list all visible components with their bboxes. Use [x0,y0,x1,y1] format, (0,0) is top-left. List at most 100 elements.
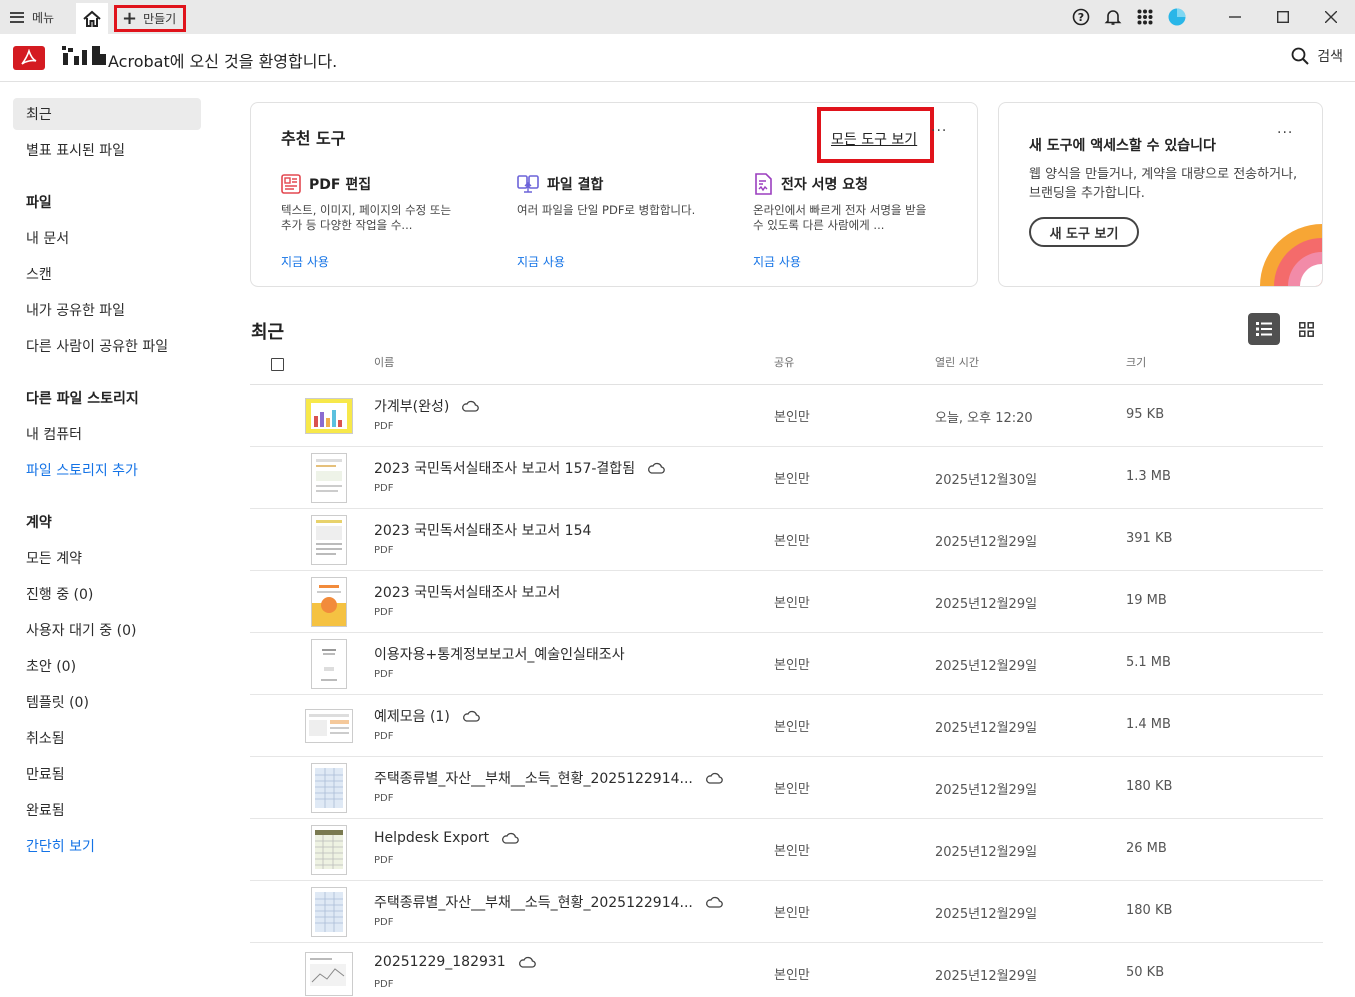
sidebar-item-all-agreements[interactable]: 모든 계약 [13,542,201,574]
file-name[interactable]: 2023 국민독서실태조사 보고서 154 [374,520,591,540]
tool-pdf-edit[interactable]: PDF 편집 텍스트, 이미지, 페이지의 수정 또는 추가 등 다양한 작업을… [281,173,481,269]
sidebar-item-expired[interactable]: 만료됨 [13,758,201,790]
tool-use-now-link[interactable]: 지금 사용 [517,253,565,270]
table-row[interactable]: 가계부(완성) PDF 본인만 오늘, 오후 12:20 95 KB [250,385,1323,447]
view-new-tools-button[interactable]: 새 도구 보기 [1029,217,1139,247]
file-thumbnail [304,577,354,627]
file-size: 50 KB [1126,965,1165,980]
sidebar-item-waiting[interactable]: 사용자 대기 중 (0) [13,614,201,646]
column-share[interactable]: 공유 [774,354,794,370]
sidebar-item-templates[interactable]: 템플릿 (0) [13,686,201,718]
file-name[interactable]: 20251229_182931 [374,954,536,970]
tool-use-now-link[interactable]: 지금 사용 [281,253,329,270]
file-name[interactable]: 2023 국민독서실태조사 보고서 [374,582,560,602]
list-view-button[interactable] [1248,313,1280,345]
sidebar-item-compact-view[interactable]: 간단히 보기 [13,830,201,862]
apps-grid-icon[interactable] [1129,0,1161,34]
table-row[interactable]: 주택종류별_자산__부채__소득_현황_2025122914... PDF 본인만 2… [250,881,1323,943]
sidebar-item-draft[interactable]: 초안 (0) [13,650,201,682]
file-opened-time: 2025년12월29일 [935,907,1038,922]
help-icon[interactable]: ? [1065,0,1097,34]
sidebar-item-recent[interactable]: 최근 [13,98,201,130]
sidebar-item-my-computer[interactable]: 내 컴퓨터 [13,418,201,450]
combine-files-icon [517,175,539,193]
title-bar: 메뉴 + 만들기 ? [0,0,1355,34]
table-row[interactable]: 2023 국민독서실태조사 보고서 157-결합됨 PDF 본인만 2025년12월3… [250,447,1323,509]
profile-avatar-icon[interactable] [1161,0,1193,34]
file-name-text: Helpdesk Export [374,830,490,846]
select-all-checkbox[interactable] [271,358,284,371]
table-row[interactable]: 주택종류별_자산__부채__소득_현황_2025122914... PDF 본인만 2… [250,757,1323,819]
column-opened[interactable]: 열린 시간 [935,354,979,370]
tool-name: PDF 편집 [309,177,372,193]
cloud-icon [502,832,519,844]
table-row[interactable]: 이용자용+통계정보보고서_예술인실태조사 PDF 본인만 2025년12월29일 5.1… [250,633,1323,695]
table-row[interactable]: 2023 국민독서실태조사 보고서 154 PDF 본인만 2025년12월29일 39… [250,509,1323,571]
recommended-tools-title: 추천 도구 [281,129,346,148]
file-opened-time: 2025년12월29일 [935,783,1038,798]
tool-combine-files[interactable]: 파일 결합 여러 파일을 단일 PDF로 병합합니다. 지금 사용 [517,173,717,269]
table-row[interactable]: 2023 국민독서실태조사 보고서 PDF 본인만 2025년12월29일 19 MB [250,571,1323,633]
file-opened-time: 2025년12월29일 [935,721,1038,736]
tool-use-now-link[interactable]: 지금 사용 [753,253,801,270]
file-share: 본인만 [774,596,810,611]
file-name-text: 2023 국민독서실태조사 보고서 154 [374,523,592,539]
home-tab[interactable] [76,3,108,34]
file-name[interactable]: 이용자용+통계정보보고서_예술인실태조사 [374,644,625,664]
file-name[interactable]: 예제모음 (1) [374,706,480,726]
view-all-tools-highlight: 모든 도구 보기 [817,107,934,163]
bell-icon[interactable] [1097,0,1129,34]
search-button[interactable]: 검색 [1291,46,1343,66]
new-tools-card: ··· 새 도구에 액세스할 수 있습니다 웹 양식을 만들거나, 계약을 대량… [998,102,1323,287]
file-type: PDF [374,917,394,928]
table-row[interactable]: 예제모음 (1) PDF 본인만 2025년12월29일 1.4 MB [250,695,1323,757]
table-row[interactable]: 20251229_182931 PDF 본인만 2025년12월29일 50 KB [250,943,1323,997]
file-share: 본인만 [774,658,810,673]
sidebar-item-my-documents[interactable]: 내 문서 [13,222,201,254]
user-avatar [60,46,108,68]
sidebar-item-add-storage[interactable]: 파일 스토리지 추가 [13,454,201,486]
file-name[interactable]: 주택종류별_자산__부채__소득_현황_2025122914... [374,768,723,788]
file-name-text: 주택종류별_자산__부채__소득_현황_2025122914... [374,771,693,787]
tools-card-more-icon[interactable]: ··· [931,123,947,139]
acrobat-logo-icon [13,46,45,70]
close-button[interactable] [1307,0,1355,34]
sidebar-item-scan[interactable]: 스캔 [13,258,201,290]
cloud-icon [705,896,723,908]
search-label: 검색 [1317,49,1343,65]
file-share: 본인만 [774,844,810,859]
cloud-icon [648,462,665,474]
table-row[interactable]: Helpdesk Export PDF 본인만 2025년12월29일 26 MB [250,819,1323,881]
file-size: 1.3 MB [1126,469,1171,484]
pdf-edit-icon [281,174,301,194]
grid-view-icon [1298,321,1314,337]
column-size[interactable]: 크기 [1126,354,1146,370]
sidebar-item-cancelled[interactable]: 취소됨 [13,722,201,754]
tool-esign-request[interactable]: 전자 서명 요청 온라인에서 빠르게 전자 서명을 받을 수 있도록 다른 사람… [753,173,953,269]
maximize-button[interactable] [1259,0,1307,34]
file-size: 19 MB [1126,593,1167,608]
view-all-tools-link[interactable]: 모든 도구 보기 [831,129,917,149]
file-thumbnail [304,825,354,875]
sidebar-item-shared-by-others[interactable]: 다른 사람이 공유한 파일 [13,330,201,362]
menu-button[interactable]: 메뉴 [10,7,54,27]
sidebar-item-completed[interactable]: 완료됨 [13,794,201,826]
column-name[interactable]: 이름 [374,354,394,370]
file-name[interactable]: 주택종류별_자산__부채__소득_현황_2025122914... [374,892,723,912]
file-type: PDF [374,483,394,494]
file-name-text: 주택종류별_자산__부채__소득_현황_2025122914... [374,895,693,911]
minimize-button[interactable] [1211,0,1259,34]
file-name[interactable]: 2023 국민독서실태조사 보고서 157-결합됨 [374,458,665,478]
new-card-more-icon[interactable]: ··· [1277,125,1293,141]
file-name[interactable]: 가계부(완성) [374,396,480,416]
create-button[interactable]: + 만들기 [114,5,186,32]
sidebar-item-in-progress[interactable]: 진행 중 (0) [13,578,201,610]
sidebar-item-starred[interactable]: 별표 표시된 파일 [13,134,201,166]
sidebar-item-shared-by-me[interactable]: 내가 공유한 파일 [13,294,201,326]
file-name-text: 2023 국민독서실태조사 보고서 [374,585,561,601]
recent-section-title: 최근 [251,322,285,343]
file-opened-time: 2025년12월29일 [935,659,1038,674]
grid-view-button[interactable] [1290,313,1322,345]
file-name[interactable]: Helpdesk Export [374,830,519,846]
file-opened-time: 2025년12월29일 [935,535,1038,550]
